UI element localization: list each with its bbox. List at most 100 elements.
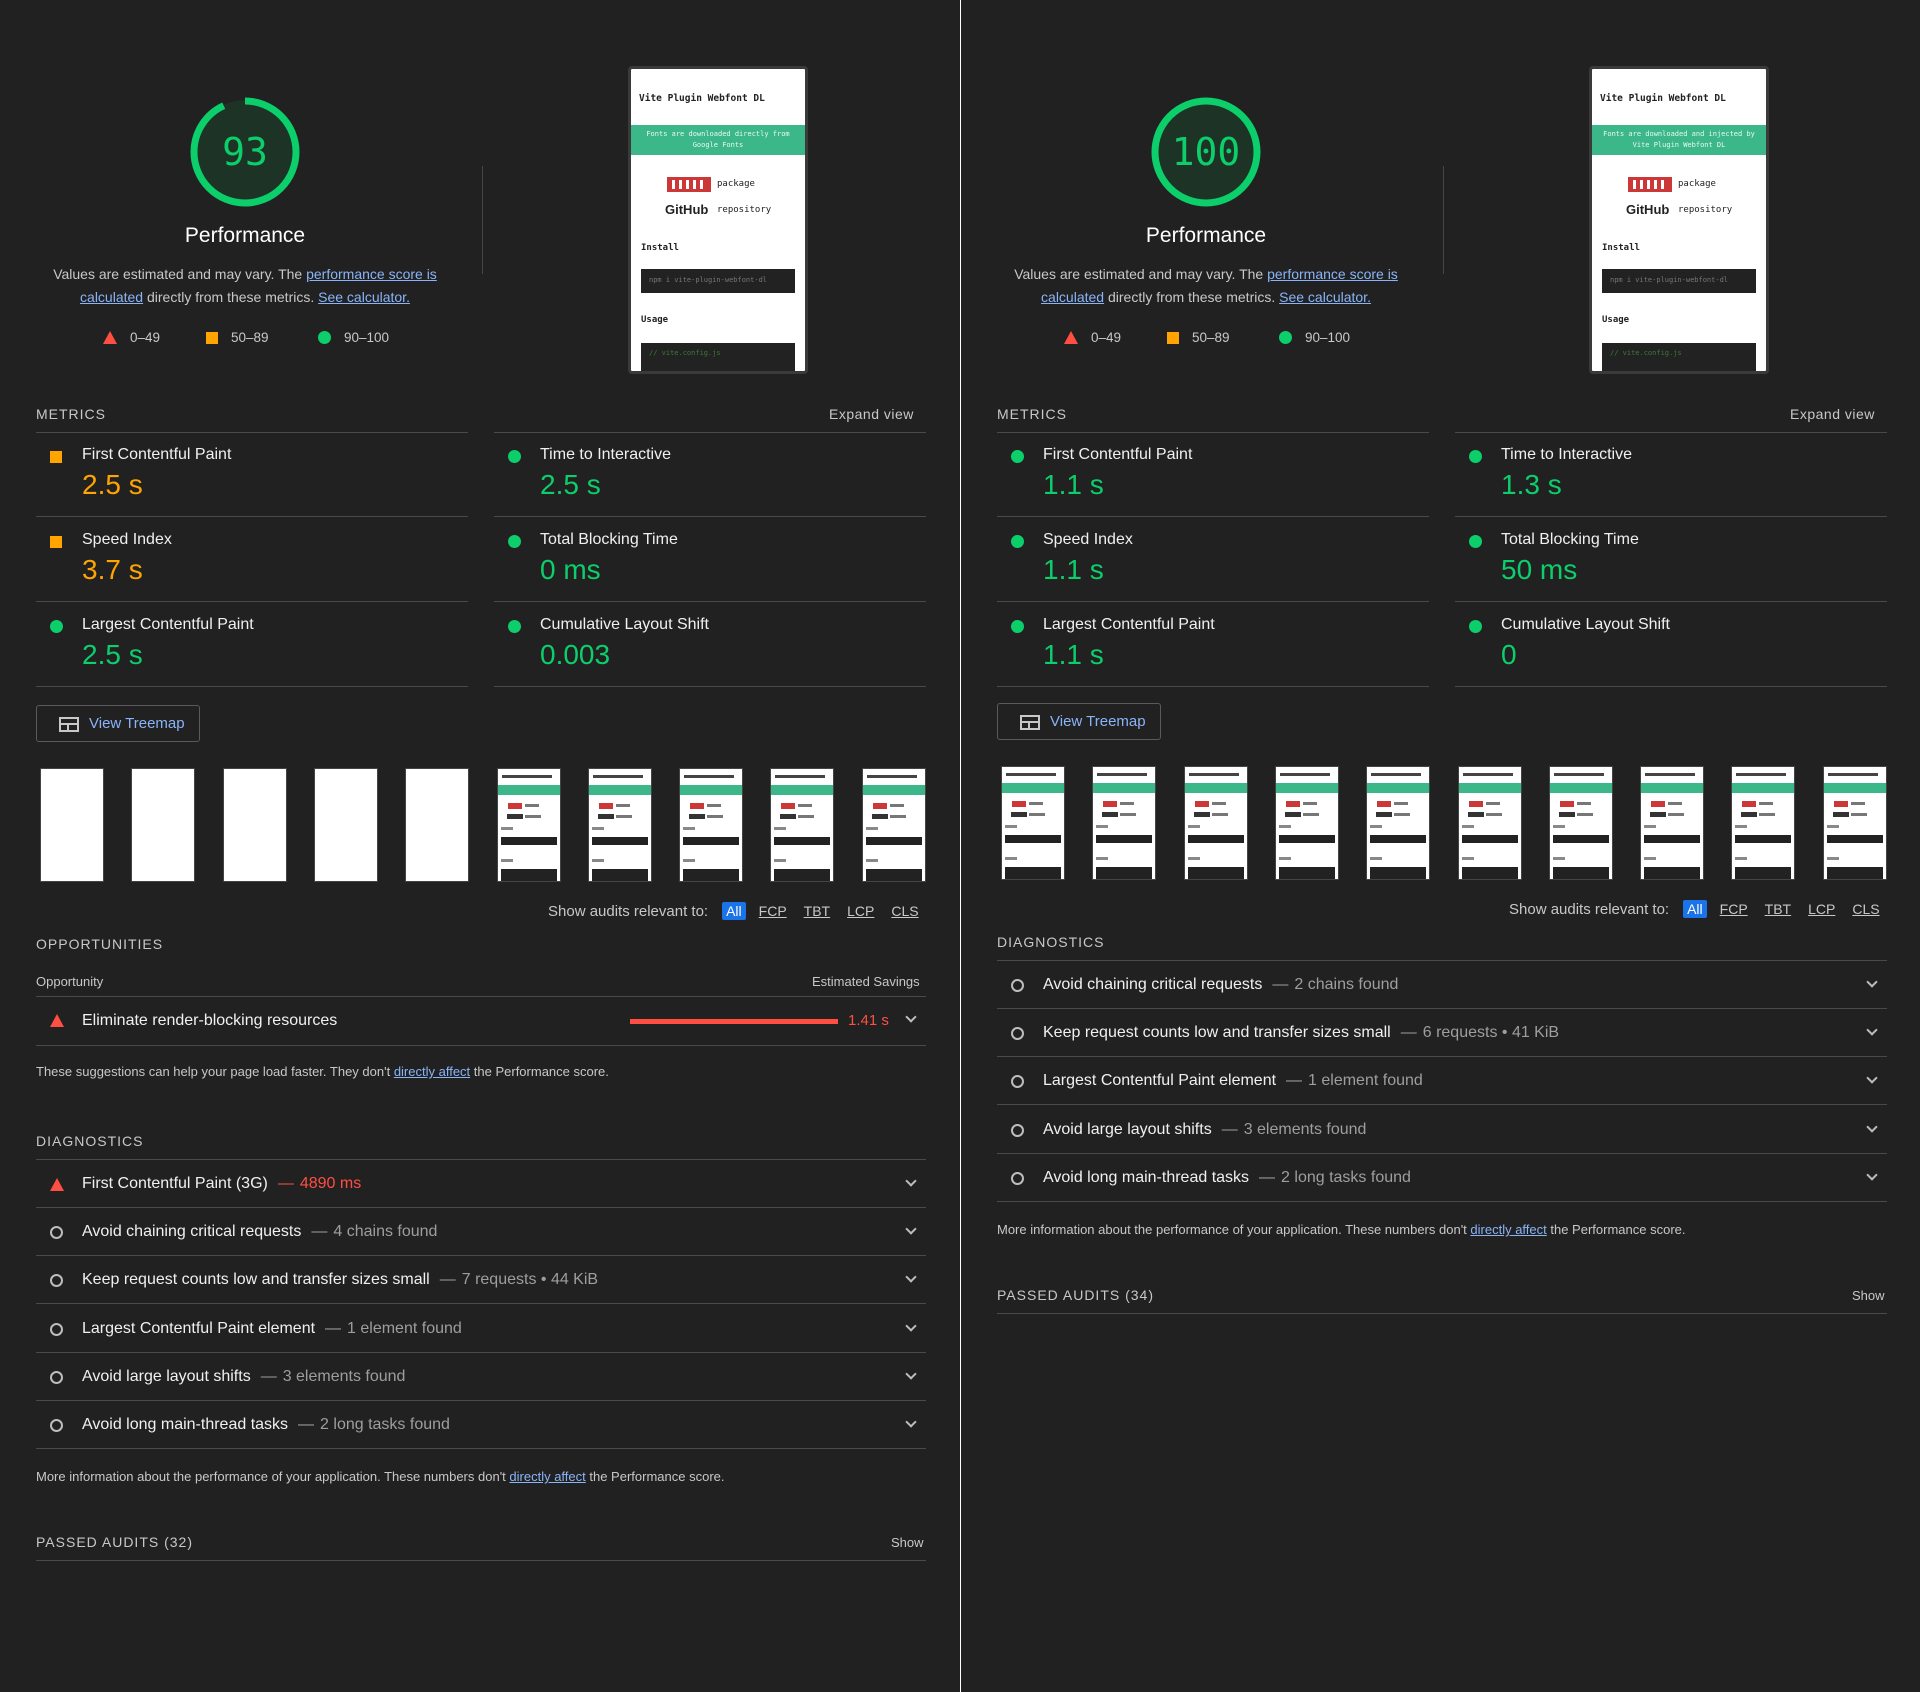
- frame-detail: [1644, 835, 1701, 843]
- diagnostic-separator: —: [1286, 1072, 1303, 1090]
- chevron-down-icon[interactable]: [905, 1175, 917, 1187]
- diagnostic-item[interactable]: Avoid long main-thread tasks — 2 long task…: [997, 1154, 1887, 1202]
- diagnostic-item[interactable]: Avoid chaining critical requests — 2 chain…: [997, 961, 1887, 1009]
- diagnostic-item[interactable]: Avoid large layout shifts — 3 elements fou…: [997, 1106, 1887, 1154]
- frame-detail: [1278, 867, 1335, 879]
- diagnostic-item[interactable]: Avoid large layout shifts — 3 elements fou…: [36, 1353, 926, 1401]
- info-circle-icon: [50, 1370, 63, 1384]
- diagnostic-status: [1011, 1123, 1024, 1142]
- chevron-down-icon[interactable]: [1866, 1072, 1878, 1085]
- frame-detail: [1461, 825, 1474, 828]
- frame-detail: [1005, 867, 1061, 879]
- metric-value: 50 ms: [1501, 554, 1578, 585]
- metric-time-to-interactive: Time to Interactive 2.5 s: [494, 433, 926, 517]
- directly-affect-link[interactable]: directly affect: [509, 1469, 585, 1484]
- diagnostic-label: Keep request counts low and transfer siz…: [1043, 1024, 1559, 1042]
- metric-status: [1011, 450, 1024, 468]
- chevron-down-icon[interactable]: [1866, 1120, 1878, 1133]
- opportunity-name: Eliminate render-blocking resources: [82, 1012, 338, 1029]
- frame-detail: [683, 827, 696, 830]
- filmstrip-frame: [496, 768, 561, 882]
- see-calculator-link[interactable]: See calculator.: [1279, 289, 1371, 305]
- directly-affect-link[interactable]: directly affect: [394, 1064, 470, 1079]
- legend-fail: 0–49: [103, 330, 160, 345]
- metric-name: First Contentful Paint: [1043, 446, 1193, 463]
- opportunity-render-blocking[interactable]: Eliminate render-blocking resources 1.41 …: [36, 997, 926, 1045]
- diagnostic-item[interactable]: Keep request counts low and transfer siz…: [997, 1009, 1887, 1058]
- diagnostic-item[interactable]: Avoid chaining critical requests — 4 chain…: [36, 1208, 926, 1257]
- filter-lcp[interactable]: LCP: [1804, 900, 1839, 918]
- view-treemap-button[interactable]: View Treemap: [997, 703, 1161, 740]
- frame-detail: [1093, 783, 1156, 793]
- view-treemap-button[interactable]: View Treemap: [36, 705, 200, 742]
- metrics-heading: METRICS: [997, 406, 1067, 422]
- gauge-title: Performance: [1145, 224, 1267, 247]
- legend-label: 50–89: [1192, 330, 1230, 345]
- see-calculator-link[interactable]: See calculator.: [318, 289, 410, 305]
- frame-detail: [497, 785, 560, 795]
- legend-label: 90–100: [1305, 330, 1351, 345]
- diagnostic-label: Keep request counts low and transfer siz…: [82, 1271, 598, 1289]
- frame-detail: [1367, 783, 1430, 793]
- diagnostic-status: [50, 1274, 63, 1292]
- show-passed-audits-toggle[interactable]: Show: [891, 1535, 924, 1550]
- expand-view-toggle[interactable]: Expand view: [829, 406, 914, 422]
- info-circle-icon: [1011, 1027, 1024, 1041]
- frame-detail: [1278, 835, 1335, 843]
- chevron-down-icon[interactable]: [1866, 1169, 1878, 1181]
- screenshot-banner: Fonts are downloaded and injected by Vit…: [1592, 125, 1766, 155]
- frame-detail: [1462, 773, 1513, 776]
- diagnostic-item[interactable]: Largest Contentful Paint element — 1 eleme…: [997, 1057, 1887, 1106]
- screenshot-body: package GitHub repository Install npm i vite…: [1592, 155, 1766, 371]
- filter-all[interactable]: All: [1683, 900, 1707, 918]
- filter-lcp[interactable]: LCP: [843, 902, 878, 920]
- diagnostic-item[interactable]: First Contentful Paint (3G) — 4890 ms: [36, 1160, 926, 1208]
- frame-detail: [1187, 835, 1244, 843]
- directly-affect-link[interactable]: directly affect: [1470, 1222, 1546, 1237]
- metric-name: Speed Index: [1043, 531, 1133, 548]
- chevron-down-icon[interactable]: [905, 1368, 917, 1380]
- average-square-icon: [50, 451, 62, 463]
- filter-cls[interactable]: CLS: [887, 902, 922, 920]
- chevron-down-icon[interactable]: [905, 1011, 917, 1023]
- metric-largest-contentful-paint: Largest Contentful Paint 2.5 s: [36, 603, 468, 687]
- filter-fcp[interactable]: FCP: [755, 902, 791, 920]
- frame-detail: [871, 814, 888, 819]
- frame-detail: [1644, 857, 1657, 860]
- diagnostic-item[interactable]: Avoid long main-thread tasks — 2 long task…: [36, 1401, 926, 1449]
- diagnostic-item[interactable]: Keep request counts low and transfer siz…: [36, 1256, 926, 1305]
- fail-triangle-icon: [50, 1178, 64, 1191]
- filter-tbt[interactable]: TBT: [1761, 900, 1795, 918]
- metric-name: Speed Index: [82, 531, 172, 548]
- frame-detail: [1826, 835, 1883, 843]
- metric-largest-contentful-paint: Largest Contentful Paint 1.1 s: [997, 603, 1429, 687]
- filter-cls[interactable]: CLS: [1848, 900, 1883, 918]
- filter-all[interactable]: All: [722, 902, 746, 920]
- chevron-down-icon[interactable]: [905, 1271, 917, 1284]
- metric-status: [508, 620, 521, 638]
- opportunity-divider: [36, 1045, 926, 1046]
- note-text: the Performance score.: [470, 1064, 609, 1079]
- chevron-down-icon[interactable]: [905, 1319, 917, 1332]
- filmstrip-frame: [1001, 766, 1065, 880]
- metric-value: 0.003: [540, 639, 611, 670]
- filter-tbt[interactable]: TBT: [800, 902, 834, 920]
- frame-detail: [683, 859, 696, 862]
- chevron-down-icon[interactable]: [1866, 976, 1878, 988]
- fail-triangle-icon: [50, 1014, 64, 1027]
- frame-detail: [592, 775, 643, 778]
- diagnostic-separator: —: [325, 1319, 342, 1337]
- chevron-down-icon[interactable]: [1866, 1024, 1878, 1036]
- expand-view-toggle[interactable]: Expand view: [1790, 406, 1875, 422]
- frame-detail: [865, 859, 878, 862]
- diagnostic-item[interactable]: Largest Contentful Paint element — 1 eleme…: [36, 1305, 926, 1353]
- show-passed-audits-toggle[interactable]: Show: [1852, 1288, 1885, 1303]
- chevron-down-icon[interactable]: [905, 1416, 917, 1428]
- frame-detail: [1029, 813, 1045, 816]
- frame-detail: [1742, 801, 1757, 807]
- frame-detail: [500, 827, 513, 830]
- diagnostic-detail: 7 requests • 44 KiB: [461, 1271, 599, 1289]
- filter-fcp[interactable]: FCP: [1716, 900, 1752, 918]
- chevron-down-icon[interactable]: [905, 1223, 917, 1235]
- info-circle-icon: [50, 1419, 63, 1432]
